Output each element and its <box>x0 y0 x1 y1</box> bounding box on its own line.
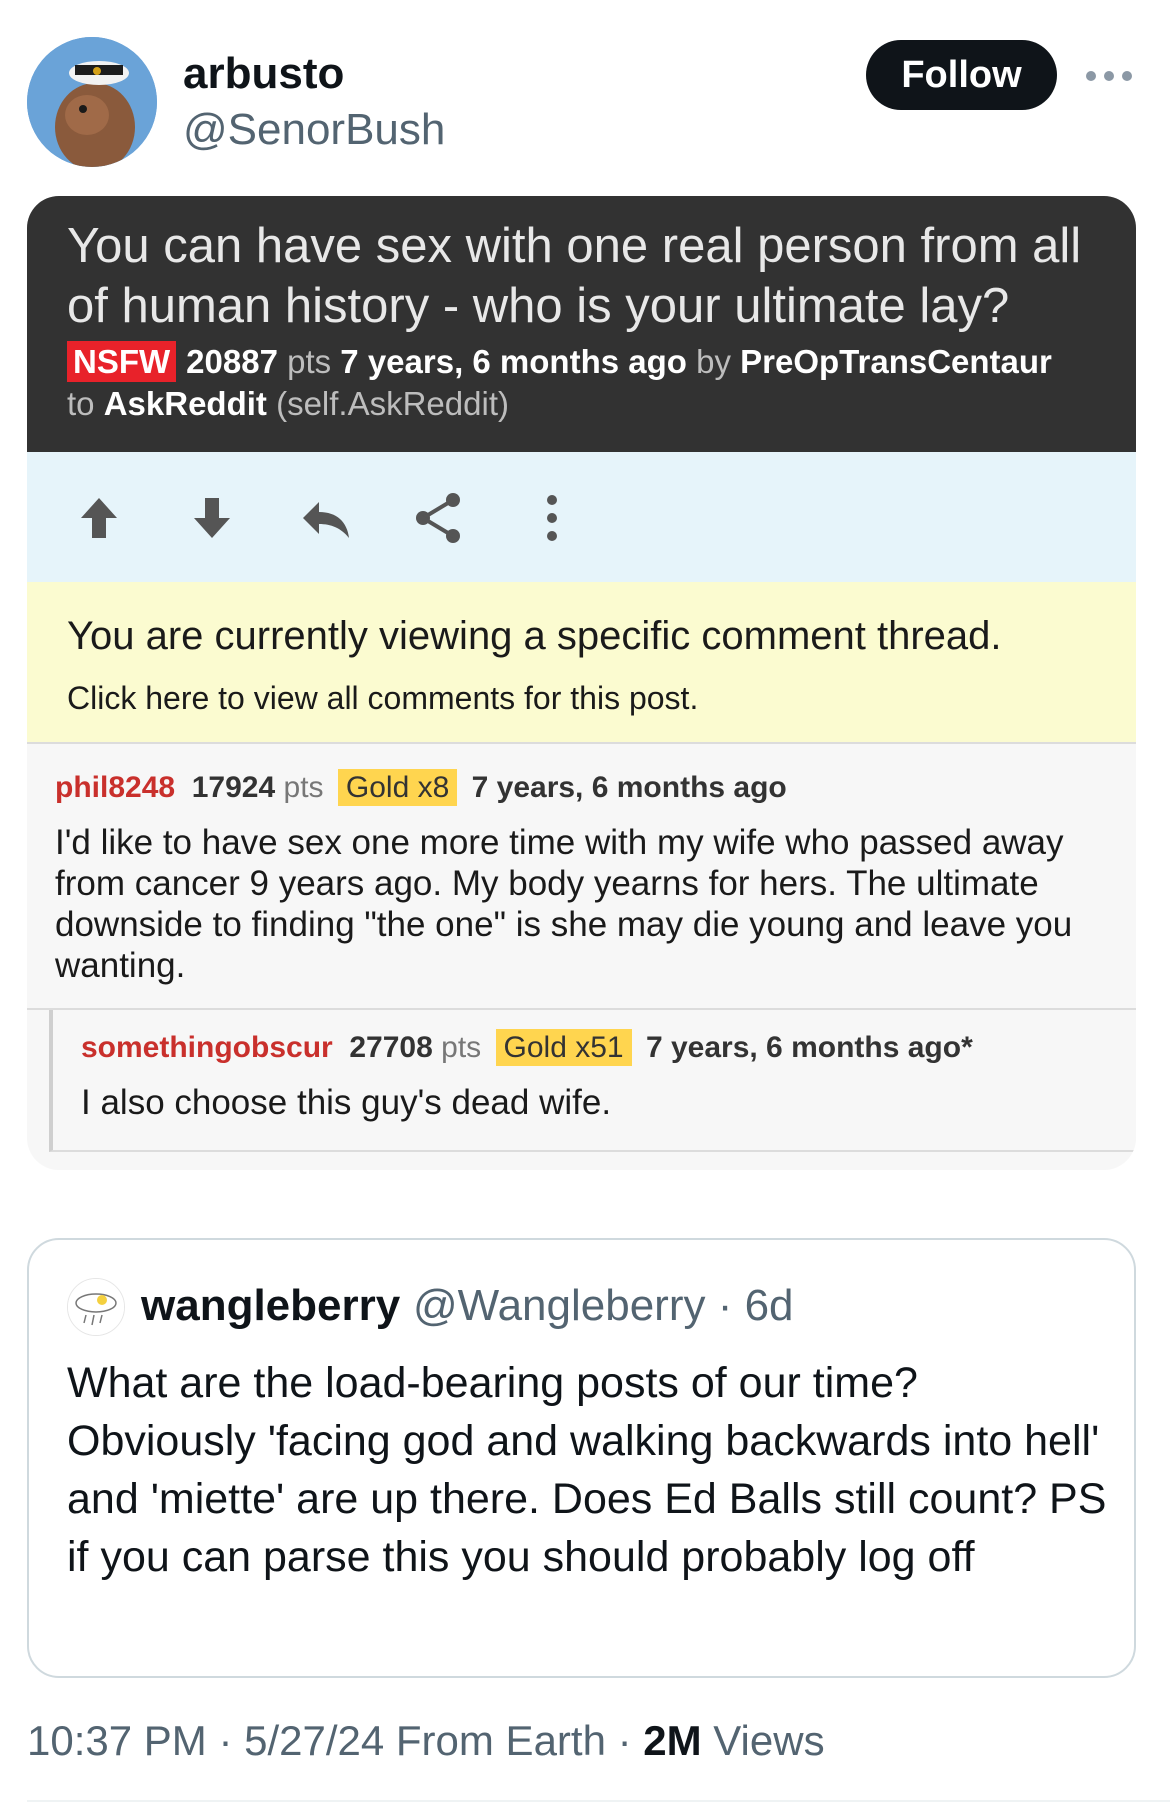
gold-badge: Gold x8 <box>337 769 458 806</box>
comment-body: I'd like to have sex one more time with … <box>55 823 1073 985</box>
post-subreddit-note: (self.AskReddit) <box>276 385 509 422</box>
reply-comment: somethingobscur 27708 pts Gold x51 7 yea… <box>49 1010 1136 1152</box>
dog-avatar-image <box>27 37 157 167</box>
author-handle[interactable]: @SenorBush <box>183 104 445 156</box>
post-to-label: to <box>67 385 95 422</box>
quoted-author-name[interactable]: wangleberry <box>141 1280 400 1332</box>
reddit-action-bar <box>27 452 1136 582</box>
author-name[interactable]: arbusto <box>183 48 344 100</box>
nsfw-badge: NSFW <box>67 341 177 382</box>
post-age: 7 years, 6 months ago <box>340 343 687 380</box>
reddit-post-subreddit-line: to AskReddit (self.AskReddit) <box>67 384 509 424</box>
post-points: 20887 <box>186 343 278 380</box>
comment-points: 17924 <box>191 771 276 804</box>
post-by-label: by <box>696 343 731 380</box>
views-label: Views <box>701 1717 825 1764</box>
reply-icon <box>303 502 349 538</box>
notice-message: You are currently viewing a specific com… <box>67 614 1002 658</box>
author-avatar[interactable] <box>27 37 157 167</box>
share-icon <box>416 493 460 543</box>
comment-meta: phil8248 17924 pts Gold x8 7 years, 6 mo… <box>55 768 787 808</box>
comment-meta: somethingobscur 27708 pts Gold x51 7 yea… <box>81 1028 973 1068</box>
follow-button[interactable]: Follow <box>866 40 1057 110</box>
comment: phil8248 17924 pts Gold x8 7 years, 6 mo… <box>27 744 1136 1010</box>
quoted-tweet-text: What are the load-bearing posts of our t… <box>67 1359 1107 1581</box>
comment-pts-label: pts <box>441 1031 482 1064</box>
gold-badge: Gold x51 <box>495 1029 632 1066</box>
upvote-arrow-icon <box>81 498 117 538</box>
comment-age: 7 years, 6 months ago* <box>645 1031 973 1064</box>
more-dots-icon[interactable] <box>1084 56 1134 96</box>
reddit-post-title: You can have sex with one real person fr… <box>67 219 1082 333</box>
reddit-screenshot: You can have sex with one real person fr… <box>27 196 1136 1170</box>
comment-thread-notice: You are currently viewing a specific com… <box>27 582 1136 744</box>
reddit-post-header: You can have sex with one real person fr… <box>27 196 1136 452</box>
post-subreddit: AskReddit <box>103 385 267 422</box>
quoted-tweet[interactable]: wangleberry @Wangleberry · 6d What are t… <box>27 1238 1136 1678</box>
comment-username: phil8248 <box>55 771 176 804</box>
comment-pts-label: pts <box>283 771 324 804</box>
reddit-post-meta: NSFW 20887 pts 7 years, 6 months ago by P… <box>67 341 1052 382</box>
post-author: PreOpTransCentaur <box>740 343 1052 380</box>
comment-points: 27708 <box>349 1031 433 1064</box>
divider <box>27 1800 1170 1802</box>
quoted-author-avatar[interactable] <box>67 1278 125 1336</box>
view-all-comments-link: Click here to view all comments for this… <box>67 680 699 716</box>
comment-username: somethingobscur <box>81 1031 333 1064</box>
vertical-dots-icon <box>547 495 557 541</box>
views-count: 2M <box>643 1717 702 1764</box>
comment-age: 7 years, 6 months ago <box>471 771 787 804</box>
downvote-arrow-icon <box>194 498 230 538</box>
quoted-author-handle-time[interactable]: @Wangleberry · 6d <box>413 1280 794 1332</box>
cloud-avatar <box>68 1279 124 1335</box>
comment-body: I also choose this guy's dead wife. <box>81 1083 612 1122</box>
tweet-timestamp[interactable]: 10:37 PM · 5/27/24 From Earth · <box>27 1717 643 1764</box>
tweet-footer: 10:37 PM · 5/27/24 From Earth · 2M Views <box>27 1716 825 1766</box>
post-pts-label: pts <box>287 343 332 380</box>
